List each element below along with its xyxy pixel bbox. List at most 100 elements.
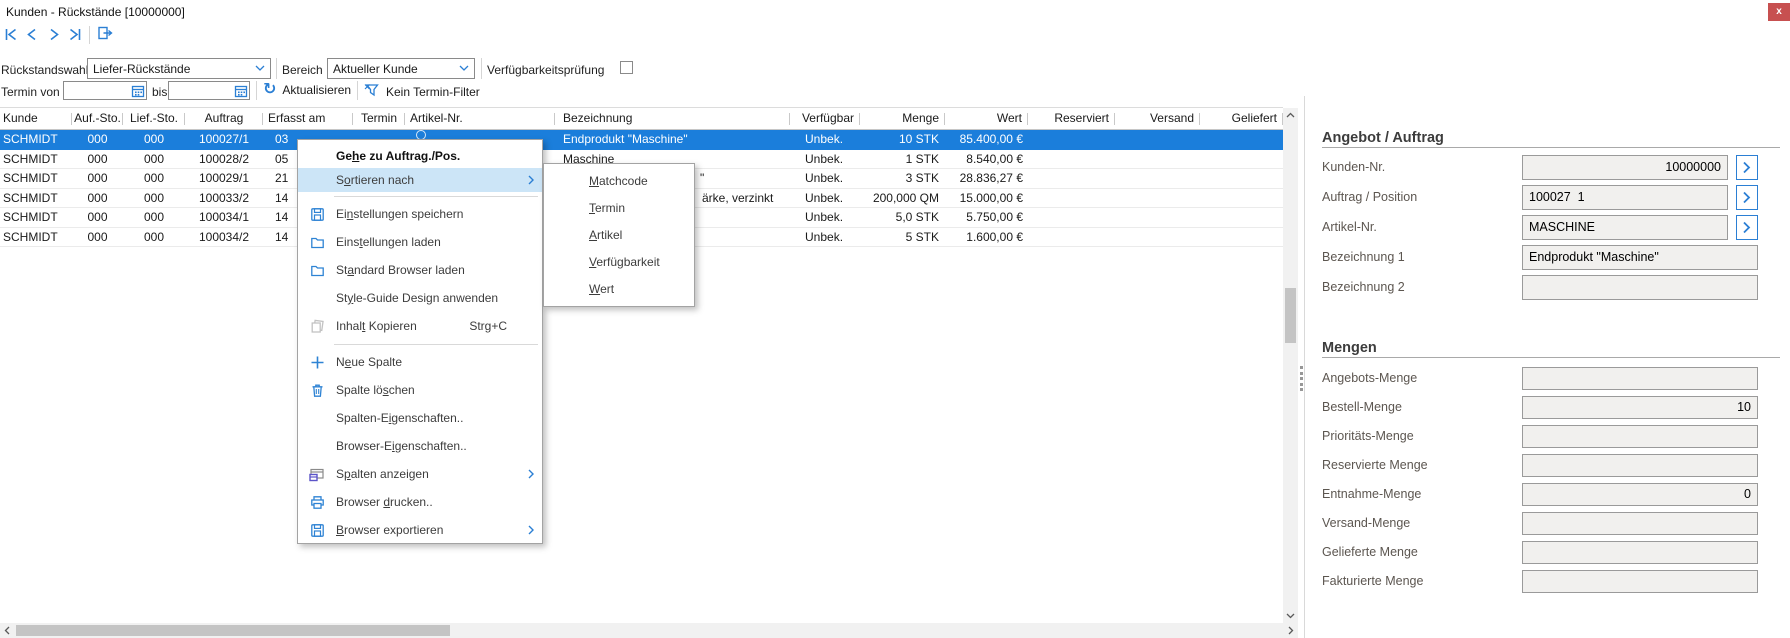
submenu-item-verfügbarkeit[interactable]: Verfügbarkeit (544, 248, 694, 275)
vertical-scrollbar[interactable] (1283, 108, 1298, 623)
horizontal-scrollbar[interactable] (0, 623, 1298, 638)
context-menu: Gehe zu Auftrag./Pos. Sortieren nach Einst… (297, 139, 543, 544)
horizontal-scroll-thumb[interactable] (16, 625, 450, 636)
column-header[interactable]: Verfügbar (790, 108, 860, 129)
scroll-left-icon[interactable] (0, 623, 15, 638)
next-record-icon[interactable] (46, 27, 61, 42)
kein-termin-filter-button[interactable]: Kein Termin-Filter (364, 83, 480, 100)
table-cell: 1 STK (860, 150, 945, 169)
submenu-item-artikel[interactable]: Artikel (544, 221, 694, 248)
submenu-item-wert[interactable]: Wert (544, 275, 694, 302)
scroll-up-icon[interactable] (1283, 108, 1298, 123)
menu-item-standard-browser-laden[interactable]: Standard Browser laden (298, 256, 542, 284)
column-header[interactable]: Auf.-Sto. (72, 108, 123, 129)
menu-item-spalten-anzeigen[interactable]: Spalten anzeigen (298, 460, 542, 488)
panel-field-reservierte-menge[interactable] (1522, 454, 1758, 477)
copy-icon (306, 318, 328, 334)
panel-field-label: Bestell-Menge (1322, 400, 1402, 414)
aktualisieren-button[interactable]: ↻ Aktualisieren (263, 83, 351, 97)
panel-field-angebots-menge[interactable] (1522, 367, 1758, 390)
menu-item-neue-spalte[interactable]: Neue Spalte (298, 348, 542, 376)
panel-field-auftrag-position[interactable]: 100027 1 (1522, 185, 1728, 210)
column-header[interactable]: Termin (353, 108, 405, 129)
splitter-grip-dot (1300, 366, 1303, 369)
menu-item-label: Style-Guide Design anwenden (336, 291, 498, 305)
menu-item-browser-exportieren[interactable]: Browser exportieren (298, 516, 542, 544)
splitter-grip-dot (1300, 388, 1303, 391)
menu-item-label: Spalten anzeigen (336, 467, 429, 481)
scroll-down-icon[interactable] (1283, 608, 1298, 623)
table-cell: Unbek. (790, 189, 860, 208)
goto-button[interactable] (1736, 215, 1758, 240)
submenu-arrow-icon (528, 469, 534, 479)
goto-button[interactable] (1736, 185, 1758, 210)
table-cell (1200, 130, 1283, 149)
column-header[interactable]: Kunde (0, 108, 72, 129)
panel-field-entnahme-menge[interactable]: 0 (1522, 483, 1758, 506)
bis-label: bis (152, 85, 167, 99)
menu-item-style-guide-design-anwenden[interactable]: Style-Guide Design anwenden (298, 284, 542, 312)
column-header[interactable]: Wert (945, 108, 1028, 129)
toolbar-separator (89, 26, 90, 44)
sort-submenu: MatchcodeTerminArtikelVerfügbarkeitWert (543, 163, 695, 307)
verfuegbarkeitspruefung-checkbox[interactable] (620, 61, 633, 74)
menu-item-spalte-löschen[interactable]: Spalte löschen (298, 376, 542, 404)
panel-field-versand-menge[interactable] (1522, 512, 1758, 535)
menu-item-label: Gehe zu Auftrag./Pos. (336, 149, 460, 163)
menu-item-einstellungen-laden[interactable]: Einstellungen laden (298, 228, 542, 256)
column-header[interactable]: Artikel-Nr. (405, 108, 555, 129)
table-cell: 5,0 STK (860, 208, 945, 227)
menu-item-spalten-eigenschaften[interactable]: Spalten-Eigenschaften.. (298, 404, 542, 432)
column-header[interactable]: Lief.-Sto. (123, 108, 185, 129)
menu-item-label: Standard Browser laden (336, 263, 465, 277)
goto-button[interactable] (1736, 155, 1758, 180)
vertical-scroll-thumb[interactable] (1285, 288, 1296, 343)
termin-bis-input[interactable] (168, 81, 250, 100)
panel-field-gelieferte-menge[interactable] (1522, 541, 1758, 564)
menu-separator (298, 340, 542, 348)
panel-field-artikel-nr-[interactable]: MASCHINE (1522, 215, 1728, 240)
last-record-icon[interactable] (67, 27, 82, 42)
submenu-item-matchcode[interactable]: Matchcode (544, 167, 694, 194)
column-header[interactable]: Geliefert (1200, 108, 1283, 129)
termin-von-input[interactable] (63, 81, 147, 100)
panel-field-bezeichnung-2[interactable] (1522, 275, 1758, 300)
previous-record-icon[interactable] (25, 27, 40, 42)
menu-item-sortieren-nach[interactable]: Sortieren nach (298, 168, 542, 192)
table-cell: 100034/1 (185, 208, 263, 227)
column-header[interactable]: Versand (1115, 108, 1200, 129)
splitter-grip-dot (1300, 377, 1303, 380)
menu-item-browser-drucken[interactable]: Browser drucken.. (298, 488, 542, 516)
calendar-icon[interactable] (129, 82, 146, 99)
column-header[interactable]: Bezeichnung (555, 108, 790, 129)
calendar-icon[interactable] (232, 82, 249, 99)
panel-field-fakturierte-menge[interactable] (1522, 570, 1758, 593)
column-header[interactable]: Auftrag (185, 108, 263, 129)
first-record-icon[interactable] (4, 27, 19, 42)
table-row[interactable]: SCHMIDT000000100027/103Endprodukt "Masch… (0, 130, 1283, 150)
menu-item-inhalt-kopieren[interactable]: Inhalt KopierenStrg+C (298, 312, 542, 340)
rueckstandswahl-dropdown[interactable]: Liefer-Rückstände (87, 58, 271, 79)
column-header[interactable]: Reserviert (1028, 108, 1115, 129)
menu-item-gehe-zu-auftrag-pos[interactable]: Gehe zu Auftrag./Pos. (298, 144, 542, 168)
filter-off-icon (364, 83, 380, 100)
panel-field-bestell-menge[interactable]: 10 (1522, 396, 1758, 419)
close-button[interactable]: x (1768, 3, 1790, 21)
column-header[interactable]: Menge (860, 108, 945, 129)
panel-field-prioritäts-menge[interactable] (1522, 425, 1758, 448)
panel-field-bezeichnung-1[interactable]: Endprodukt "Maschine" (1522, 245, 1758, 270)
panel-field-kunden-nr-[interactable]: 10000000 (1522, 155, 1728, 180)
menu-item-browser-eigenschaften[interactable]: Browser-Eigenschaften.. (298, 432, 542, 460)
table-cell: 000 (123, 169, 185, 188)
menu-item-einstellungen-speichern[interactable]: Einstellungen speichern (298, 200, 542, 228)
goto-record-icon[interactable] (97, 26, 114, 45)
panel-splitter[interactable] (1304, 96, 1305, 638)
bereich-dropdown[interactable]: Aktueller Kunde (327, 58, 475, 79)
trash-icon (306, 382, 328, 398)
column-header[interactable]: Erfasst am (263, 108, 353, 129)
table-cell: 85.400,00 € (945, 130, 1028, 149)
table-cell: 000 (72, 189, 123, 208)
scroll-right-icon[interactable] (1283, 623, 1298, 638)
submenu-item-termin[interactable]: Termin (544, 194, 694, 221)
menu-item-label: Browser drucken.. (336, 495, 433, 509)
